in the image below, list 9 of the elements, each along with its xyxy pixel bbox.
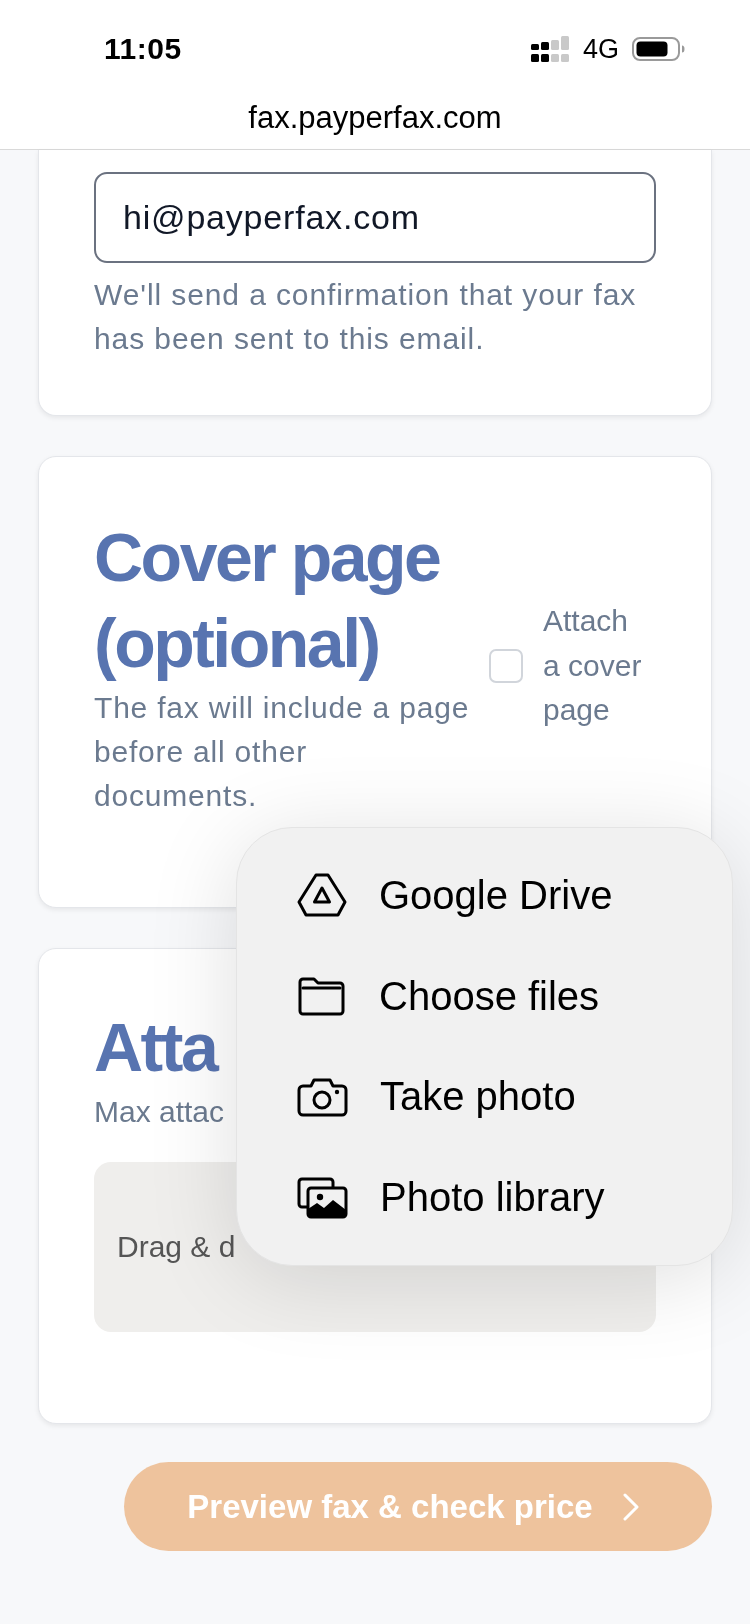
attachment-limit-text: Max attac [94, 1094, 225, 1130]
checkbox-label: Attach a cover page [543, 603, 643, 729]
cover-page-description: The fax will include a page before all other documents. [94, 690, 471, 814]
status-time: 11:05 [104, 32, 182, 66]
network-label: 4G [582, 33, 619, 65]
attachments-title: Atta [94, 1008, 217, 1087]
drop-zone-text: Drag & d [117, 1230, 236, 1264]
email-hint: We'll send a confirmation that your fax has been sent to this email. [94, 277, 638, 357]
cover-page-title: Cover page (optional) [94, 518, 441, 683]
